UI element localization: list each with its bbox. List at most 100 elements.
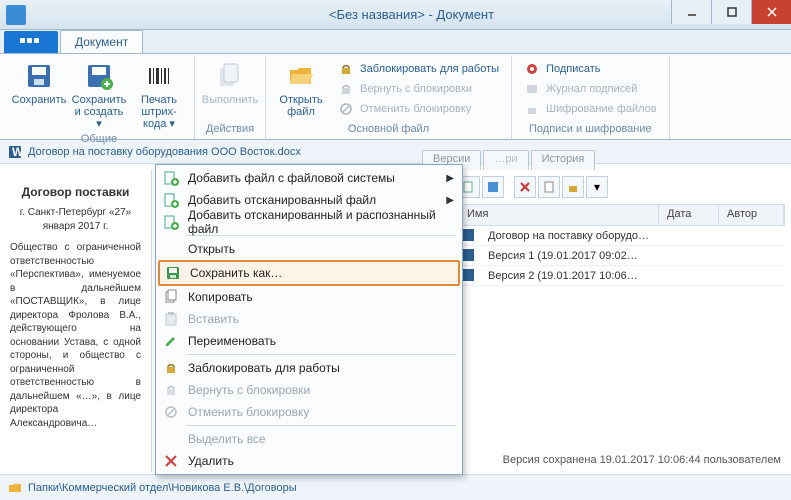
execute-button: Выполнить — [201, 58, 259, 122]
cmi-copy[interactable]: Копировать — [158, 286, 460, 308]
col-date[interactable]: Дата — [659, 205, 719, 225]
title-bar: <Без названия> - Документ — [0, 0, 791, 30]
select-all-icon — [162, 430, 180, 448]
status-path: Папки\Коммерческий отдел\Новикова Е.В.\Д… — [28, 482, 297, 494]
sign-journal-button: Журнал подписей — [520, 80, 661, 98]
save-and-create-button[interactable]: Сохранить и создать ▾ — [70, 58, 128, 132]
save-create-label: Сохранить и создать ▾ — [72, 94, 127, 130]
word-doc-icon — [462, 269, 476, 283]
group-mainfile-label: Основной файл — [272, 122, 505, 137]
cmi-add-scan-ocr[interactable]: Добавить отсканированный и распознанный … — [158, 211, 460, 233]
sign-button[interactable]: Подписать — [520, 60, 661, 78]
copy-icon — [162, 288, 180, 306]
group-actions-label: Действия — [201, 122, 259, 137]
cmi-unlock: Вернуть с блокировки — [158, 379, 460, 401]
barcode-label: Печать штрих-кода ▾ — [132, 94, 186, 130]
add-scan-ocr-icon — [162, 213, 180, 231]
tab-document[interactable]: Документ — [60, 30, 143, 53]
encrypt-button: Шифрование файлов — [520, 100, 661, 118]
save-create-icon — [83, 60, 115, 92]
lock-icon — [162, 359, 180, 377]
cmi-open[interactable]: Открыть — [158, 238, 460, 260]
lock-icon — [338, 61, 354, 77]
context-menu: Добавить файл с файловой системы ▶ Добав… — [155, 164, 463, 475]
unlock-label: Вернуть с блокировки — [360, 83, 472, 95]
maximize-button[interactable] — [711, 0, 751, 24]
document-name[interactable]: Договор на поставку оборудования ООО Вос… — [28, 146, 301, 158]
add-file-icon — [162, 169, 180, 187]
paste-icon — [162, 310, 180, 328]
tb-lock-icon[interactable] — [562, 176, 584, 198]
preview-pane: Договор поставки г. Санкт-Петербург «27»… — [0, 170, 152, 472]
cmi-cancel-lock: Отменить блокировку — [158, 401, 460, 423]
cancel-lock-button: Отменить блокировку — [334, 100, 503, 118]
journal-icon — [524, 81, 540, 97]
sign-label: Подписать — [546, 63, 600, 75]
open-file-button[interactable]: Открыть файл — [272, 58, 330, 122]
folder-open-icon — [285, 60, 317, 92]
cancel-lock-label: Отменить блокировку — [360, 103, 471, 115]
cmi-delete[interactable]: Удалить — [158, 450, 460, 472]
group-sign-label: Подписи и шифрование — [518, 122, 663, 137]
save-button[interactable]: Сохранить — [10, 58, 68, 132]
list-item[interactable]: Договор на поставку оборудо… — [458, 226, 785, 246]
preview-title: Договор поставки — [10, 184, 141, 200]
cmi-lock[interactable]: Заблокировать для работы — [158, 357, 460, 379]
tb-save-icon[interactable] — [482, 176, 504, 198]
unlock-button: Вернуть с блокировки — [334, 80, 503, 98]
barcode-button[interactable]: Печать штрих-кода ▾ — [130, 58, 188, 132]
submenu-arrow-icon: ▶ — [446, 195, 454, 206]
preview-city: г. Санкт-Петербург «27» января 2017 г. — [10, 206, 141, 233]
minimize-button[interactable] — [671, 0, 711, 24]
lock-button[interactable]: Заблокировать для работы — [334, 60, 503, 78]
rename-icon — [162, 332, 180, 350]
cmi-rename[interactable]: Переименовать — [158, 330, 460, 352]
col-name[interactable]: Имя — [459, 205, 659, 225]
ribbon-tabs: Документ — [0, 30, 791, 54]
ribbon: Сохранить Сохранить и создать ▾ Печать ш… — [0, 54, 791, 140]
status-bar: Папки\Коммерческий отдел\Новикова Е.В.\Д… — [0, 474, 791, 500]
version-footnote: Версия сохранена 19.01.2017 10:06:44 пол… — [503, 454, 781, 466]
cancel-lock-icon — [338, 101, 354, 117]
sign-icon — [524, 61, 540, 77]
delete-icon — [162, 452, 180, 470]
cmi-save-as[interactable]: Сохранить как… — [158, 260, 460, 286]
unlock-icon — [162, 381, 180, 399]
cmi-add-file[interactable]: Добавить файл с файловой системы ▶ — [158, 167, 460, 189]
word-doc-icon — [462, 229, 476, 243]
open-file-label: Открыть файл — [274, 94, 328, 118]
barcode-icon — [143, 60, 175, 92]
col-author[interactable]: Автор — [719, 205, 784, 225]
list-item[interactable]: Версия 1 (19.01.2017 09:02… — [458, 246, 785, 266]
add-scan-icon — [162, 191, 180, 209]
encrypt-label: Шифрование файлов — [546, 103, 657, 115]
word-doc-icon: W — [8, 145, 22, 159]
menu-icon — [20, 38, 42, 46]
system-menu-tab[interactable] — [4, 31, 58, 53]
lock-label: Заблокировать для работы — [360, 63, 499, 75]
encrypt-icon — [524, 101, 540, 117]
journal-label: Журнал подписей — [546, 83, 637, 95]
versions-header: Имя Дата Автор — [458, 204, 785, 226]
preview-body: Общество с ограниченной ответственностью… — [10, 241, 141, 430]
tb-delete-icon[interactable] — [514, 176, 536, 198]
close-button[interactable] — [751, 0, 791, 24]
app-icon — [6, 5, 26, 25]
tb-more-icon[interactable]: ▾ — [586, 176, 608, 198]
save-as-icon — [164, 264, 182, 282]
save-icon — [23, 60, 55, 92]
execute-label: Выполнить — [202, 94, 258, 106]
cmi-select-all: Выделить все — [158, 428, 460, 450]
svg-text:W: W — [12, 145, 22, 159]
versions-toolbar: ▾ — [458, 176, 785, 200]
open-icon — [162, 240, 180, 258]
tb-doc-icon[interactable] — [538, 176, 560, 198]
word-doc-icon — [462, 249, 476, 263]
cancel-lock-icon — [162, 403, 180, 421]
list-item[interactable]: Версия 2 (19.01.2017 10:06… — [458, 266, 785, 286]
tab-history[interactable]: История — [531, 150, 596, 172]
execute-icon — [214, 60, 246, 92]
submenu-arrow-icon: ▶ — [446, 173, 454, 184]
cmi-paste: Вставить — [158, 308, 460, 330]
unlock-icon — [338, 81, 354, 97]
